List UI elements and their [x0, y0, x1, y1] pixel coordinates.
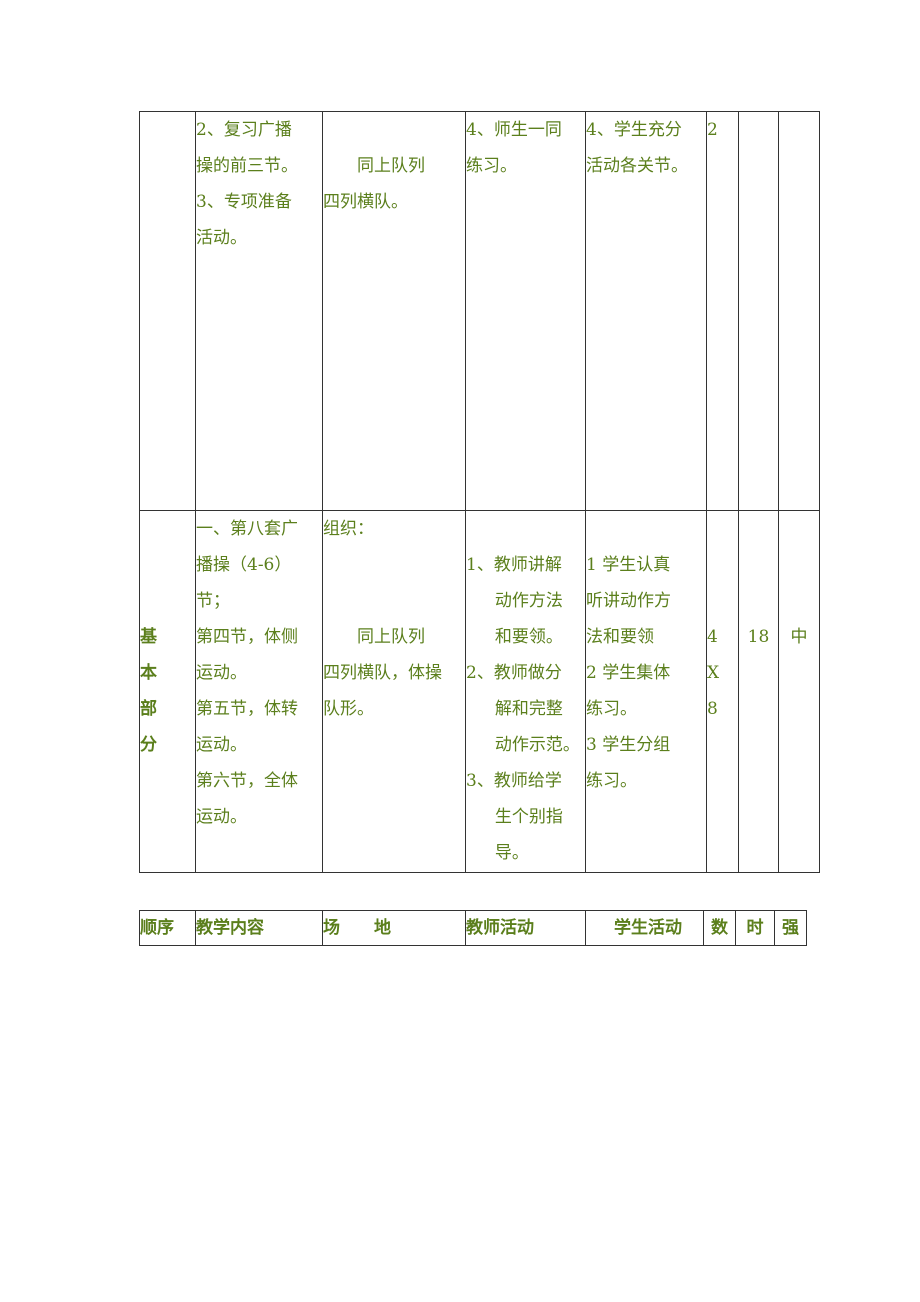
header-count: 数 — [703, 910, 736, 946]
teacher-line: 4、师生一同 — [466, 120, 562, 140]
content-cell: 一、第八套广 播操（4-6） 节； 第四节，体侧 运动。 第五节，体转 运动。 … — [195, 510, 323, 873]
student-line: 练习。 — [586, 699, 638, 719]
teacher-line: 生个别指 — [494, 807, 563, 827]
content-cell: 2、复习广播 操的前三节。 3、专项准备 活动。 — [195, 111, 323, 511]
count-value: 8 — [707, 699, 718, 719]
content-line: 节； — [196, 591, 231, 611]
venue-cell: 组织： 同上队列 四列横队，体操 队形。 — [322, 510, 466, 873]
teacher-line: 和要领。 — [494, 627, 563, 647]
venue-line: 四列横队，体操 — [323, 663, 443, 683]
section-cell: 基 本 部 分 — [139, 510, 196, 873]
content-line: 第六节，全体 — [196, 771, 299, 791]
student-activity-cell: 1 学生认真 听讲动作方 法和要领 2 学生集体 练习。 3 学生分组 练习。 — [585, 510, 707, 873]
table-row-basic: 基 本 部 分 一、第八套广 播操（4-6） 节； 第四节，体侧 运动。 第五节… — [139, 510, 820, 873]
content-line: 操的前三节。 — [196, 156, 299, 176]
venue-line: 队形。 — [323, 699, 375, 719]
time-value: 18 — [747, 627, 770, 647]
header-content: 教学内容 — [195, 910, 323, 946]
teacher-item: 2、教师做分 — [466, 663, 562, 683]
content-line: 第四节，体侧 — [196, 627, 299, 647]
count-value: X — [707, 663, 720, 683]
column-header-table: 顺序 教学内容 场 地 教师活动 学生活动 数 时 强 — [139, 910, 807, 946]
time-cell: 18 — [738, 510, 779, 873]
student-activity-cell: 4、学生充分 活动各关节。 — [585, 111, 707, 511]
header-student-activity: 学生活动 — [585, 910, 704, 946]
venue-line: 同上队列 — [357, 627, 425, 647]
count-cell: 4 X 8 — [706, 510, 739, 873]
intensity-cell — [778, 111, 820, 511]
section-label-char: 分 — [140, 735, 158, 755]
content-line: 运动。 — [196, 807, 248, 827]
content-line: 运动。 — [196, 663, 248, 683]
student-line: 听讲动作方 — [586, 591, 672, 611]
content-line: 3、专项准备 — [196, 192, 292, 212]
venue-line: 同上队列 — [357, 156, 425, 176]
lesson-plan-table: 2、复习广播 操的前三节。 3、专项准备 活动。 同上队列 四列横队。 4、师生… — [139, 111, 820, 873]
teacher-line: 解和完整 — [494, 699, 563, 719]
student-line: 练习。 — [586, 771, 638, 791]
venue-line: 四列横队。 — [323, 192, 409, 212]
content-line: 运动。 — [196, 735, 248, 755]
teacher-line: 练习。 — [466, 156, 518, 176]
teacher-line: 动作方法 — [494, 591, 563, 611]
header-intensity: 强 — [774, 910, 807, 946]
section-label-char: 本 — [140, 663, 158, 683]
intensity-value: 中 — [790, 627, 808, 647]
table-row-warmup: 2、复习广播 操的前三节。 3、专项准备 活动。 同上队列 四列横队。 4、师生… — [139, 111, 820, 511]
section-label-char: 部 — [140, 699, 158, 719]
teacher-line: 动作示范。 — [494, 735, 580, 755]
student-line: 2 学生集体 — [586, 663, 671, 683]
student-line: 1 学生认真 — [586, 555, 671, 575]
teacher-activity-cell: 4、师生一同 练习。 — [465, 111, 586, 511]
header-teacher-activity: 教师活动 — [465, 910, 586, 946]
student-line: 活动各关节。 — [586, 156, 689, 176]
content-line: 播操（4-6） — [196, 555, 292, 575]
header-row: 顺序 教学内容 场 地 教师活动 学生活动 数 时 强 — [139, 910, 807, 946]
section-label-char: 基 — [140, 627, 158, 647]
header-venue: 场 地 — [322, 910, 466, 946]
student-line: 3 学生分组 — [586, 735, 671, 755]
teacher-item: 3、教师给学 — [466, 771, 562, 791]
venue-cell: 同上队列 四列横队。 — [322, 111, 466, 511]
content-line: 活动。 — [196, 228, 248, 248]
intensity-cell: 中 — [778, 510, 820, 873]
venue-line: 组织： — [323, 519, 375, 539]
header-order: 顺序 — [139, 910, 196, 946]
count-value: 4 — [707, 627, 718, 647]
teacher-item: 1、教师讲解 — [466, 555, 562, 575]
content-line: 第五节，体转 — [196, 699, 299, 719]
student-line: 4、学生充分 — [586, 120, 682, 140]
content-line: 2、复习广播 — [196, 120, 292, 140]
count-cell: 2 — [706, 111, 739, 511]
count-value: 2 — [707, 120, 718, 140]
content-line: 一、第八套广 — [196, 519, 299, 539]
time-cell — [738, 111, 779, 511]
teacher-activity-cell: 1、教师讲解 动作方法 和要领。 2、教师做分 解和完整 动作示范。 3、教师给… — [465, 510, 586, 873]
teacher-line: 导。 — [494, 843, 529, 863]
header-time: 时 — [735, 910, 775, 946]
student-line: 法和要领 — [586, 627, 655, 647]
section-cell — [139, 111, 196, 511]
